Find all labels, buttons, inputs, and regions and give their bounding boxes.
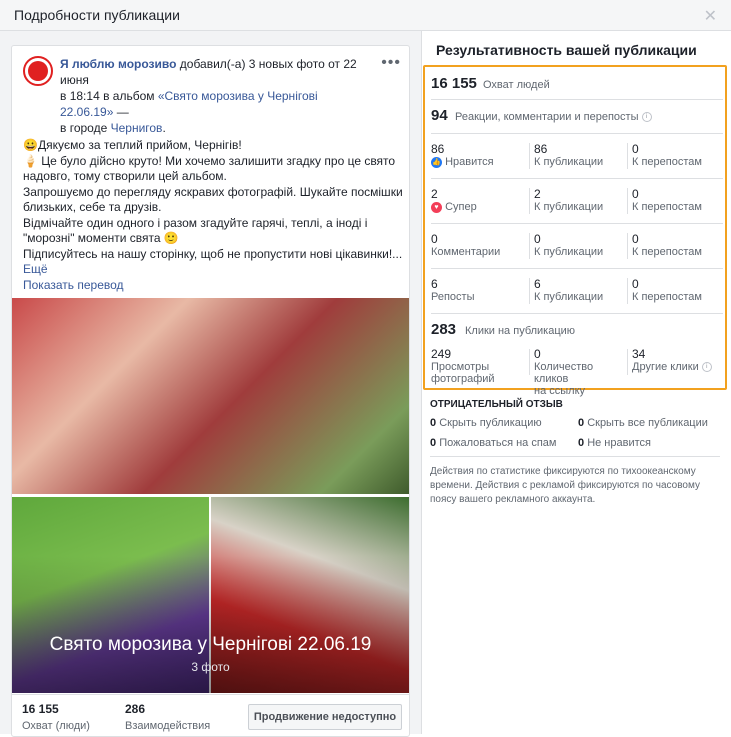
more-options-icon[interactable]: ••• [381, 54, 401, 72]
shares-row: 6 Репосты 6К публикации 0К перепостам [431, 268, 723, 314]
reach-label: Охват (люди) [22, 720, 90, 732]
album-photo-count: 3 фото [191, 660, 230, 674]
report-spam-stat: 0 Пожаловаться на спам [430, 437, 557, 449]
reach-people-value: 16 155 [431, 75, 477, 92]
post-card: Я люблю морозиво добавил(-а) 3 новых фот… [11, 45, 410, 737]
album-title: Свято морозива у Чернігові 22.06.19 [49, 634, 372, 655]
photo-children-crowd[interactable] [12, 298, 409, 494]
likes-row: 86 👍 Нравится 86 К публикации 0К перепоста… [431, 133, 723, 179]
reach-value: 16 155 [22, 702, 59, 716]
page-avatar[interactable] [23, 56, 53, 86]
timezone-note: Действия по статистике фиксируются по ти… [430, 466, 700, 505]
clicks-label: Клики на публикацию [465, 325, 576, 337]
interactions-value: 286 [125, 702, 146, 716]
city-link[interactable]: Чернигов [111, 121, 163, 135]
post-meta: Я люблю морозиво добавил(-а) 3 новых фот… [60, 57, 357, 135]
performance-box: 16 155 Охват людей 94 Реакции, комментар… [423, 65, 727, 397]
dialog-header: Подробности публикации ✕ [0, 0, 731, 31]
post-preview-pane: Я люблю морозиво добавил(-а) 3 новых фот… [0, 31, 422, 737]
promote-unavailable-button[interactable]: Продвижение недоступно [248, 704, 402, 730]
unlike-stat: 0 Не нравится [578, 437, 651, 449]
reactions-row: 94 Реакции, комментарии и перепосты i [431, 99, 723, 134]
page-name-link[interactable]: Я люблю морозиво [60, 57, 176, 71]
reactions-value: 94 [431, 107, 448, 124]
post-text: 😀Дякуємо за теплий прийом, Чернігів! 🍦 Ц… [23, 138, 403, 294]
clicks-section: 283 Клики на публикацию 249 Просмотры фото… [431, 321, 723, 397]
info-icon[interactable]: i [701, 362, 712, 373]
show-translation-link[interactable]: Показать перевод [23, 278, 403, 294]
performance-title: Результативность вашей публикации [436, 42, 697, 58]
close-icon[interactable]: ✕ [704, 6, 717, 26]
info-icon[interactable]: i [641, 112, 652, 123]
see-more-link[interactable]: Ещё [23, 262, 403, 278]
reach-people-label: Охват людей [483, 79, 550, 91]
post-footer: 16 155 Охват (люди) 286 Взаимодействия П… [12, 694, 409, 737]
interactions-label: Взаимодействия [125, 720, 211, 732]
like-icon: 👍 [431, 156, 442, 168]
negative-feedback-title: ОТРИЦАТЕЛЬНЫЙ ОТЗЫВ [430, 399, 563, 410]
reach-row: 16 155 Охват людей [431, 67, 723, 100]
hide-post-stat: 0 Скрыть публикацию [430, 417, 542, 429]
dialog-title: Подробности публикации [14, 7, 180, 23]
heart-icon: ♥ [431, 201, 442, 213]
reactions-label: Реакции, комментарии и перепосты [455, 111, 639, 123]
love-row: 2 ♥ Супер 2К публикации 0К перепостам [431, 178, 723, 224]
clicks-value: 283 [431, 321, 457, 338]
divider [430, 456, 720, 457]
hide-all-stat: 0 Скрыть все публикации [578, 417, 708, 429]
comments-row: 0 Комментарии 0К публикации 0К перепостам [431, 223, 723, 269]
